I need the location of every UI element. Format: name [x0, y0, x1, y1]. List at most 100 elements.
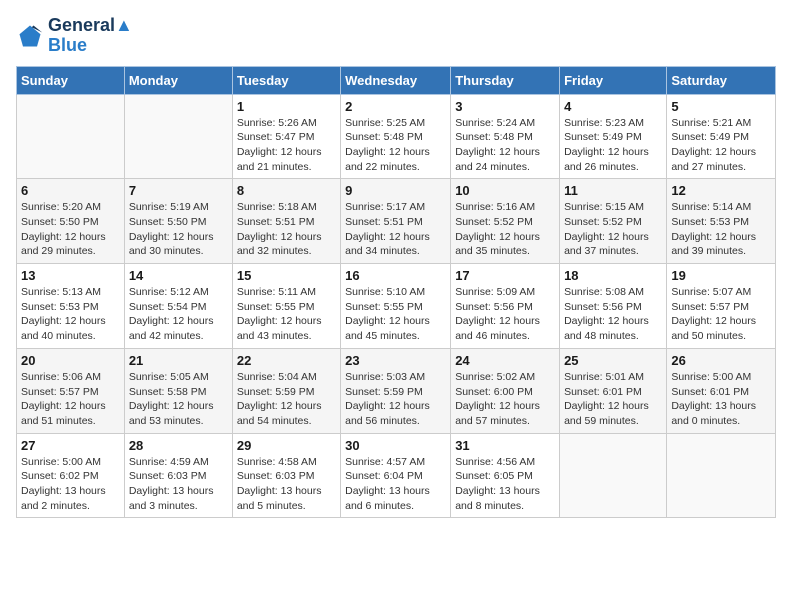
calendar-cell: 14 Sunrise: 5:12 AM Sunset: 5:54 PM Dayli…: [124, 264, 232, 349]
calendar-cell: 29 Sunrise: 4:58 AM Sunset: 6:03 PM Dayli…: [232, 433, 340, 518]
weekday-header-tuesday: Tuesday: [232, 66, 340, 94]
day-number: 31: [455, 438, 555, 453]
day-detail: Sunrise: 5:26 AM Sunset: 5:47 PM Dayligh…: [237, 116, 336, 175]
calendar-cell: 13 Sunrise: 5:13 AM Sunset: 5:53 PM Dayli…: [17, 264, 125, 349]
day-number: 15: [237, 268, 336, 283]
weekday-header-sunday: Sunday: [17, 66, 125, 94]
calendar-cell: 9 Sunrise: 5:17 AM Sunset: 5:51 PM Daylig…: [341, 179, 451, 264]
day-detail: Sunrise: 4:58 AM Sunset: 6:03 PM Dayligh…: [237, 455, 336, 514]
calendar-cell: 24 Sunrise: 5:02 AM Sunset: 6:00 PM Dayli…: [451, 348, 560, 433]
day-detail: Sunrise: 5:18 AM Sunset: 5:51 PM Dayligh…: [237, 200, 336, 259]
day-detail: Sunrise: 5:12 AM Sunset: 5:54 PM Dayligh…: [129, 285, 228, 344]
weekday-header-thursday: Thursday: [451, 66, 560, 94]
day-number: 12: [671, 183, 771, 198]
day-detail: Sunrise: 5:21 AM Sunset: 5:49 PM Dayligh…: [671, 116, 771, 175]
day-number: 18: [564, 268, 662, 283]
day-number: 29: [237, 438, 336, 453]
calendar-cell: 2Sunrise: 5:25 AM Sunset: 5:48 PM Daylig…: [341, 94, 451, 179]
day-detail: Sunrise: 5:09 AM Sunset: 5:56 PM Dayligh…: [455, 285, 555, 344]
day-number: 14: [129, 268, 228, 283]
day-number: 27: [21, 438, 120, 453]
calendar-cell: 16 Sunrise: 5:10 AM Sunset: 5:55 PM Dayli…: [341, 264, 451, 349]
day-detail: Sunrise: 5:01 AM Sunset: 6:01 PM Dayligh…: [564, 370, 662, 429]
day-detail: Sunrise: 5:24 AM Sunset: 5:48 PM Dayligh…: [455, 116, 555, 175]
calendar-cell: 18Sunrise: 5:08 AM Sunset: 5:56 PM Dayli…: [560, 264, 667, 349]
day-number: 8: [237, 183, 336, 198]
weekday-header-wednesday: Wednesday: [341, 66, 451, 94]
day-detail: Sunrise: 5:13 AM Sunset: 5:53 PM Dayligh…: [21, 285, 120, 344]
day-detail: Sunrise: 4:59 AM Sunset: 6:03 PM Dayligh…: [129, 455, 228, 514]
day-detail: Sunrise: 4:56 AM Sunset: 6:05 PM Dayligh…: [455, 455, 555, 514]
calendar-cell: 26Sunrise: 5:00 AM Sunset: 6:01 PM Dayli…: [667, 348, 776, 433]
day-detail: Sunrise: 5:05 AM Sunset: 5:58 PM Dayligh…: [129, 370, 228, 429]
calendar-cell: [560, 433, 667, 518]
calendar-table: SundayMondayTuesdayWednesdayThursdayFrid…: [16, 66, 776, 519]
calendar-cell: 22 Sunrise: 5:04 AM Sunset: 5:59 PM Dayli…: [232, 348, 340, 433]
day-number: 28: [129, 438, 228, 453]
day-number: 5: [671, 99, 771, 114]
calendar-cell: 25Sunrise: 5:01 AM Sunset: 6:01 PM Dayli…: [560, 348, 667, 433]
calendar-cell: 1 Sunrise: 5:26 AM Sunset: 5:47 PM Daylig…: [232, 94, 340, 179]
day-number: 9: [345, 183, 446, 198]
day-detail: Sunrise: 5:10 AM Sunset: 5:55 PM Dayligh…: [345, 285, 446, 344]
day-detail: Sunrise: 5:16 AM Sunset: 5:52 PM Dayligh…: [455, 200, 555, 259]
calendar-cell: [124, 94, 232, 179]
calendar-cell: 15 Sunrise: 5:11 AM Sunset: 5:55 PM Dayli…: [232, 264, 340, 349]
day-number: 10: [455, 183, 555, 198]
logo-icon: [16, 22, 44, 50]
calendar-cell: 30 Sunrise: 4:57 AM Sunset: 6:04 PM Dayli…: [341, 433, 451, 518]
day-number: 24: [455, 353, 555, 368]
calendar-cell: 8 Sunrise: 5:18 AM Sunset: 5:51 PM Daylig…: [232, 179, 340, 264]
day-number: 21: [129, 353, 228, 368]
day-number: 11: [564, 183, 662, 198]
day-detail: Sunrise: 5:04 AM Sunset: 5:59 PM Dayligh…: [237, 370, 336, 429]
calendar-cell: 21 Sunrise: 5:05 AM Sunset: 5:58 PM Dayli…: [124, 348, 232, 433]
day-detail: Sunrise: 5:03 AM Sunset: 5:59 PM Dayligh…: [345, 370, 446, 429]
calendar-cell: 19 Sunrise: 5:07 AM Sunset: 5:57 PM Dayli…: [667, 264, 776, 349]
day-detail: Sunrise: 5:02 AM Sunset: 6:00 PM Dayligh…: [455, 370, 555, 429]
calendar-cell: 3 Sunrise: 5:24 AM Sunset: 5:48 PM Daylig…: [451, 94, 560, 179]
day-detail: Sunrise: 5:19 AM Sunset: 5:50 PM Dayligh…: [129, 200, 228, 259]
day-detail: Sunrise: 5:23 AM Sunset: 5:49 PM Dayligh…: [564, 116, 662, 175]
calendar-cell: 10 Sunrise: 5:16 AM Sunset: 5:52 PM Dayli…: [451, 179, 560, 264]
calendar-cell: 11 Sunrise: 5:15 AM Sunset: 5:52 PM Dayli…: [560, 179, 667, 264]
day-number: 7: [129, 183, 228, 198]
day-number: 19: [671, 268, 771, 283]
day-number: 4: [564, 99, 662, 114]
calendar-cell: 17 Sunrise: 5:09 AM Sunset: 5:56 PM Dayli…: [451, 264, 560, 349]
day-number: 1: [237, 99, 336, 114]
logo: General▲ Blue: [16, 16, 133, 56]
day-detail: Sunrise: 5:17 AM Sunset: 5:51 PM Dayligh…: [345, 200, 446, 259]
day-number: 16: [345, 268, 446, 283]
day-number: 2: [345, 99, 446, 114]
calendar-cell: 23 Sunrise: 5:03 AM Sunset: 5:59 PM Dayli…: [341, 348, 451, 433]
calendar-cell: 28 Sunrise: 4:59 AM Sunset: 6:03 PM Dayli…: [124, 433, 232, 518]
logo-text: General▲ Blue: [48, 16, 133, 56]
day-number: 17: [455, 268, 555, 283]
day-detail: Sunrise: 4:57 AM Sunset: 6:04 PM Dayligh…: [345, 455, 446, 514]
calendar-cell: [17, 94, 125, 179]
day-number: 26: [671, 353, 771, 368]
calendar-cell: 6 Sunrise: 5:20 AM Sunset: 5:50 PM Daylig…: [17, 179, 125, 264]
day-detail: Sunrise: 5:15 AM Sunset: 5:52 PM Dayligh…: [564, 200, 662, 259]
calendar-cell: 4 Sunrise: 5:23 AM Sunset: 5:49 PM Daylig…: [560, 94, 667, 179]
weekday-header-friday: Friday: [560, 66, 667, 94]
calendar-cell: 7 Sunrise: 5:19 AM Sunset: 5:50 PM Daylig…: [124, 179, 232, 264]
day-number: 3: [455, 99, 555, 114]
day-detail: Sunrise: 5:07 AM Sunset: 5:57 PM Dayligh…: [671, 285, 771, 344]
calendar-cell: 5 Sunrise: 5:21 AM Sunset: 5:49 PM Daylig…: [667, 94, 776, 179]
day-number: 30: [345, 438, 446, 453]
weekday-header-saturday: Saturday: [667, 66, 776, 94]
calendar-cell: [667, 433, 776, 518]
day-number: 22: [237, 353, 336, 368]
day-detail: Sunrise: 5:06 AM Sunset: 5:57 PM Dayligh…: [21, 370, 120, 429]
day-number: 23: [345, 353, 446, 368]
day-detail: Sunrise: 5:11 AM Sunset: 5:55 PM Dayligh…: [237, 285, 336, 344]
day-number: 13: [21, 268, 120, 283]
calendar-cell: 12 Sunrise: 5:14 AM Sunset: 5:53 PM Dayli…: [667, 179, 776, 264]
day-detail: Sunrise: 5:14 AM Sunset: 5:53 PM Dayligh…: [671, 200, 771, 259]
page-header: General▲ Blue: [16, 16, 776, 56]
day-number: 6: [21, 183, 120, 198]
day-detail: Sunrise: 5:20 AM Sunset: 5:50 PM Dayligh…: [21, 200, 120, 259]
calendar-cell: 27Sunrise: 5:00 AM Sunset: 6:02 PM Dayli…: [17, 433, 125, 518]
